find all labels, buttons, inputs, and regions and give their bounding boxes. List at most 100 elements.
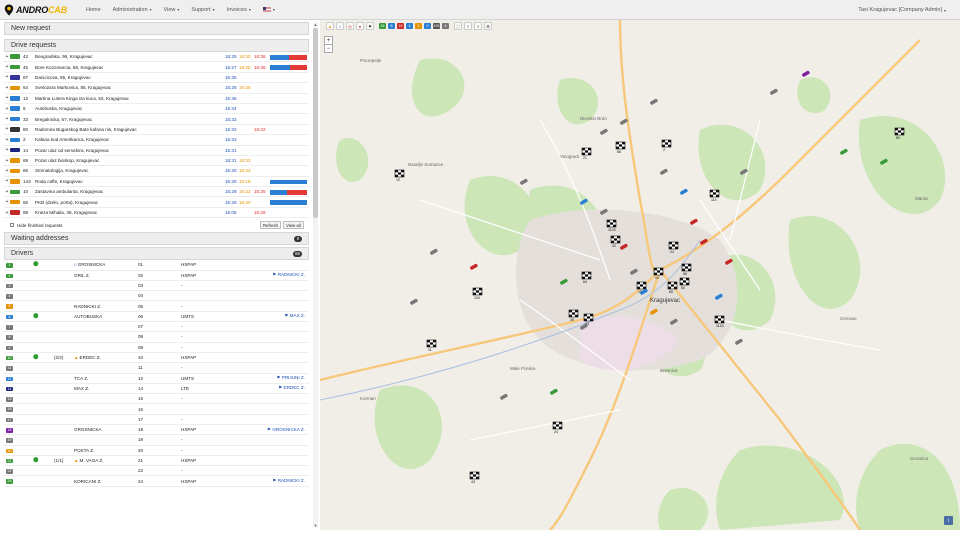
driver-row[interactable]: 24 KORICANI Z. 24 HSPAP ⚑ RADNICKI Z. <box>4 476 309 487</box>
map-label: Vinogradi <box>560 154 579 159</box>
driver-row[interactable]: 16 16 <box>4 404 309 415</box>
driver-row[interactable]: 7 07 - <box>4 322 309 333</box>
drive-requests-header[interactable]: Drive requests <box>4 39 309 52</box>
request-deadline: 16:36 <box>254 64 266 70</box>
drive-request-row[interactable]: +87 Danicicova, 85, Kragujevac 16:35 <box>4 73 309 84</box>
driver-row[interactable]: 6 ⬤ AUTOBUSKA 06 UMTS ⚑ MAX Z. <box>4 312 309 323</box>
nav-support[interactable]: Support ▾ <box>185 0 220 20</box>
drive-request-row[interactable]: +65 PKB (dzelo, porta), Kragujevac 16:28 16… <box>4 197 309 208</box>
driver-location: KORICANI Z. <box>74 478 102 484</box>
drive-request-row[interactable]: +42 Beogradska, 96, Kragujevac 16:25 16:30 1… <box>4 52 309 63</box>
request-time: 16:31 <box>225 147 237 153</box>
waiting-addresses-header[interactable]: Waiting addresses 0 <box>4 232 309 246</box>
driver-row[interactable]: 2 GRIL Z. 02 HSPAP ⚑ RADNICKI Z. <box>4 271 309 281</box>
map-canvas[interactable]: Pocrepelje Divostin Brdo Vinogradi Nasel… <box>320 20 960 530</box>
vehicle-number: 06 <box>138 313 144 319</box>
drive-request-row[interactable]: +33 Bregalnicka, 57, Kragujevac 16:33 <box>4 114 309 125</box>
home-icon[interactable]: ⌂ <box>336 22 344 30</box>
status-filter-badge[interactable]: 4 <box>406 23 413 29</box>
network-type: - <box>181 396 183 402</box>
flag-icon[interactable]: ⚐ <box>464 22 472 30</box>
nav-view[interactable]: View ▾ <box>158 0 186 20</box>
location-pin-icon[interactable]: ⬤ <box>33 313 39 319</box>
nav-invoices[interactable]: Invoices ▾ <box>221 0 257 20</box>
driver-row[interactable]: 21 ⬤ (1/1) ▲M. VAGA Z. 21 HSPAP <box>4 456 309 467</box>
status-filter-badge[interactable]: 16 <box>397 23 404 29</box>
status-filter-badge[interactable]: 16 <box>379 23 386 29</box>
drive-request-row[interactable]: +80 Radomira Bugarskog Bate kafana nis, K… <box>4 125 309 136</box>
status-filter-badge[interactable]: 0 <box>424 23 431 29</box>
drivers-header[interactable]: Drivers 86 <box>4 247 309 261</box>
request-type-badge <box>10 189 20 195</box>
drive-request-row[interactable]: +10 Zastavina ambulanta, Kragujevac 16:29 1… <box>4 187 309 198</box>
driver-row[interactable]: 3 03 - <box>4 281 309 292</box>
settings-icon[interactable]: ⚙ <box>484 22 492 30</box>
location-pin-icon[interactable]: ⬤ <box>33 457 39 463</box>
driver-row[interactable]: 22 22 - <box>4 466 309 477</box>
fullscreen-icon[interactable]: ⛶ <box>454 22 462 30</box>
us-flag-icon <box>262 7 271 12</box>
driver-row[interactable]: 20 POSTA Z. 20 - <box>4 446 309 456</box>
driver-number-badge: 1 <box>6 263 13 268</box>
scrollbar-thumb[interactable] <box>313 28 318 218</box>
drive-request-row[interactable]: +14 Pozar ulaz od semafora, Kragujevac 16:… <box>4 146 309 156</box>
drive-request-row[interactable]: +69 Pozar ulaz bioskop, Kragujevac 16:31 16… <box>4 156 309 167</box>
drive-request-row[interactable]: +143 Roda caffe, Kragujevac 16:30 16:18 <box>4 177 309 188</box>
driver-row[interactable]: 11 11 - <box>4 363 309 374</box>
driver-row[interactable]: 10 ⬤ (2/2) ▲ERDEC Z. 10 HSPAP <box>4 353 309 364</box>
request-time: 16:25 <box>225 54 237 60</box>
location-pin-icon[interactable]: ⬤ <box>33 354 39 360</box>
driver-row[interactable]: 5 RADNICKI Z. 05 - <box>4 301 309 312</box>
driver-row[interactable]: 15 15 - <box>4 394 309 405</box>
nav-home[interactable]: Home <box>80 0 107 20</box>
drive-request-row[interactable]: +64 Svetozara Markovica, 85, Kragujevac 16… <box>4 83 309 94</box>
driver-row[interactable]: 18 GROSNICKA 18 HSPAP ⚑ GROSNICKA Z. <box>4 425 309 436</box>
status-filter-badge[interactable]: 2 <box>415 23 422 29</box>
location-pin-icon[interactable]: ⬤ <box>33 261 39 267</box>
vehicle-number: 10 <box>138 355 144 361</box>
view-all-button[interactable]: View all <box>283 221 304 230</box>
scroll-up-icon[interactable]: ▲ <box>313 22 318 27</box>
status-filter-badge[interactable]: 105 <box>433 23 440 29</box>
driver-row[interactable]: 12 TCA Z. 12 UMTS ⚑ PRIJUNI Z. <box>4 374 309 384</box>
drive-request-row[interactable]: +2 Kafana kod Amerikanca, Kragujevac 16:33 <box>4 135 309 146</box>
zoom-out-button[interactable]: − <box>324 44 333 53</box>
request-type-badge <box>10 137 20 143</box>
driver-row[interactable]: 4 04 <box>4 291 309 302</box>
map-view[interactable]: Pocrepelje Divostin Brdo Vinogradi Nasel… <box>320 20 960 530</box>
driver-row[interactable]: 9 09 - <box>4 343 309 353</box>
driver-number-badge: 7 <box>6 325 13 330</box>
driver-row[interactable]: 1 ⬤ ⌂GROSNICKA 01 HSPAP <box>4 260 309 271</box>
map-info-icon[interactable]: i <box>944 516 953 525</box>
driver-row[interactable]: 19 19 - <box>4 435 309 446</box>
nav-administration[interactable]: Administration ▾ <box>107 0 158 20</box>
status-filter-badge[interactable]: 8 <box>388 23 395 29</box>
help-icon[interactable]: ? <box>474 22 482 30</box>
user-menu[interactable]: Taxi Kragujevac [Company Admin] ▾ <box>858 0 946 20</box>
taxi-stand-marker[interactable]: 1143 <box>714 315 725 328</box>
marker-label: 1143 <box>716 324 724 328</box>
driver-number-badge: 12 <box>6 376 13 382</box>
request-time: 16:27 <box>225 64 237 70</box>
driver-row[interactable]: 17 17 - <box>4 415 309 425</box>
checkered-flag-icon[interactable]: ⚑ <box>366 22 374 30</box>
drive-request-row[interactable]: +88 Kneza Mihaila, 38, Kragujevac 16:08 16:… <box>4 208 309 219</box>
driver-row[interactable]: 8 08 - <box>4 332 309 343</box>
target-icon[interactable]: ◎ <box>346 22 354 30</box>
pin-icon[interactable]: ● <box>356 22 364 30</box>
scroll-down-icon[interactable]: ▼ <box>313 523 318 528</box>
refresh-button[interactable]: Refresh <box>260 221 282 230</box>
nav-language[interactable]: ▾ <box>257 0 281 20</box>
new-request-header[interactable]: New request <box>4 22 309 35</box>
hide-finished-checkbox[interactable] <box>10 223 14 228</box>
drive-request-row[interactable]: +12 Martina Lutera Kinga iza kuca, 53, Kr… <box>4 94 309 104</box>
taxi-stand-marker[interactable]: 1103 <box>606 219 617 232</box>
status-filter-badge[interactable]: 4 <box>442 23 449 29</box>
drive-request-row[interactable]: +45 Bore Kozomarcia, 58, Kragujevac 16:27 1… <box>4 62 309 73</box>
drive-request-row[interactable]: +8 Autobuska, Kragujevac 16:34 <box>4 104 309 115</box>
left-panel-scrollbar[interactable]: ▲ ▼ <box>313 22 318 528</box>
layers-icon[interactable]: ▲ <box>326 22 334 30</box>
driver-row[interactable]: 14 MAX Z. 14 LTE ⚑ ERDEC Z. <box>4 384 309 395</box>
drive-request-row[interactable]: +86 Stomatologija, Kragujevac 16:30 16:33 <box>4 166 309 177</box>
app-logo[interactable]: ANDROCAB <box>4 3 76 17</box>
